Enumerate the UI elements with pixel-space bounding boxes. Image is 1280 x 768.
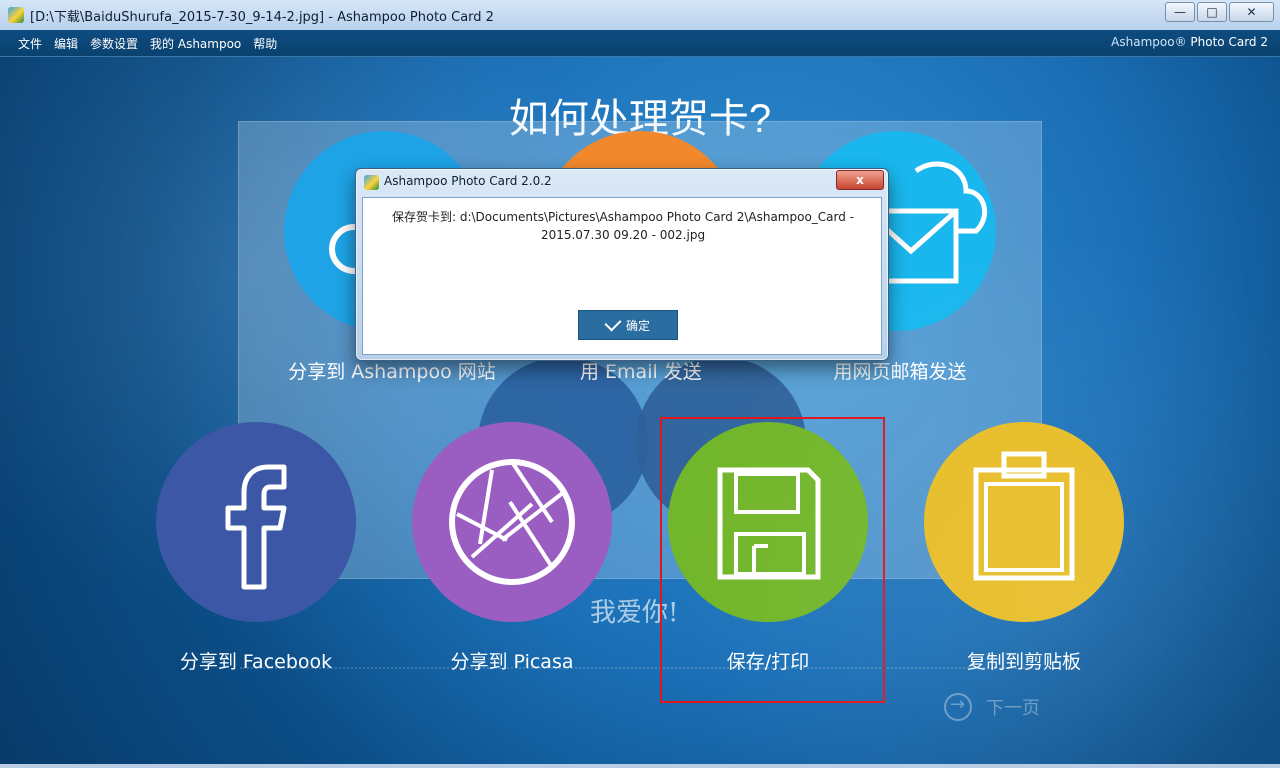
clipboard-icon: [973, 451, 1075, 581]
picasa-label: 分享到 Picasa: [450, 651, 574, 673]
picasa-icon: [449, 459, 575, 585]
facebook-button[interactable]: [156, 422, 356, 622]
facebook-icon: [225, 464, 287, 590]
arrow-right-icon: [944, 693, 972, 721]
card-message: 我爱你!: [590, 598, 679, 628]
menu-my-ashampoo[interactable]: 我的 Ashampoo: [150, 35, 241, 52]
window-controls: — □ ✕: [1165, 2, 1274, 22]
next-page-label: 下一页: [986, 698, 1040, 719]
email-label: 用 Email 发送: [580, 361, 702, 383]
menu-file[interactable]: 文件: [18, 35, 42, 52]
copy-clipboard-label: 复制到剪贴板: [966, 651, 1081, 673]
save-print-label: 保存/打印: [726, 651, 810, 673]
save-print-button[interactable]: [668, 422, 868, 622]
main-menu: 文件 编辑 参数设置 我的 Ashampoo 帮助: [18, 35, 277, 52]
dialog-message-line-2: 2015.07.30 09.20 - 002.jpg: [540, 228, 706, 242]
menu-help[interactable]: 帮助: [253, 35, 277, 52]
minimize-button[interactable]: —: [1165, 2, 1195, 22]
checkmark-icon: [604, 314, 622, 332]
brand-name: Photo Card 2: [1190, 35, 1268, 49]
maximize-button[interactable]: □: [1197, 2, 1227, 22]
selection-highlight: [660, 417, 885, 703]
brand-prefix: Ashampoo®: [1111, 35, 1187, 49]
window-title: [D:\下载\BaiduShurufa_2015-7-30_9-14-2.jpg…: [30, 10, 494, 25]
ok-label: 确定: [625, 318, 650, 333]
ok-button[interactable]: 确定: [578, 310, 678, 340]
brand-label: Ashampoo® Photo Card 2: [1111, 35, 1268, 49]
dialog-close-button[interactable]: x: [836, 170, 884, 190]
dialog-message-line-1: 保存贺卡到: d:\Documents\Pictures\Ashampoo Ph…: [391, 210, 855, 224]
menu-bar: 文件 编辑 参数设置 我的 Ashampoo 帮助 Ashampoo® Phot…: [0, 30, 1280, 57]
copy-clipboard-button[interactable]: [924, 422, 1124, 622]
dialog-body: 保存贺卡到: d:\Documents\Pictures\Ashampoo Ph…: [362, 197, 882, 355]
share-ashampoo-label: 分享到 Ashampoo 网站: [288, 361, 496, 383]
window-bottom-border: [0, 764, 1280, 768]
save-confirmation-dialog: Ashampoo Photo Card 2.0.2 x 保存贺卡到: d:\Do…: [355, 168, 889, 361]
menu-edit[interactable]: 编辑: [54, 35, 78, 52]
card-divider: [240, 667, 1040, 669]
main-stage: 如何处理贺卡? 分享到 Ashampoo 网站 用 Email 发送 用网页邮箱…: [0, 57, 1280, 768]
picasa-button[interactable]: [412, 422, 612, 622]
next-page-button[interactable]: 下一页: [944, 693, 1040, 721]
menu-settings[interactable]: 参数设置: [90, 35, 138, 52]
dialog-title-bar: Ashampoo Photo Card 2.0.2 x: [356, 169, 888, 195]
facebook-label: 分享到 Facebook: [179, 651, 333, 673]
card-decoration-right: [636, 357, 806, 527]
app-window: [D:\下载\BaiduShurufa_2015-7-30_9-14-2.jpg…: [0, 0, 1280, 768]
dialog-title: Ashampoo Photo Card 2.0.2: [384, 174, 552, 188]
webmail-label: 用网页邮箱发送: [833, 361, 967, 383]
app-icon: [8, 7, 24, 23]
dialog-app-icon: [364, 175, 379, 190]
close-button[interactable]: ✕: [1229, 2, 1274, 22]
dialog-message: 保存贺卡到: d:\Documents\Pictures\Ashampoo Ph…: [383, 208, 863, 244]
title-bar: [D:\下载\BaiduShurufa_2015-7-30_9-14-2.jpg…: [0, 0, 1280, 31]
floppy-disk-icon: [717, 467, 821, 580]
